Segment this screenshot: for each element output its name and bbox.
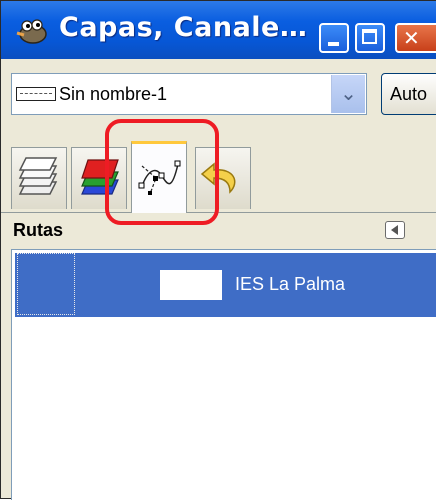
maximize-button[interactable] — [355, 23, 385, 53]
image-selector-row: Sin nombre-1 ⌄ Auto — [1, 59, 436, 131]
title-bar[interactable]: Capas, Canale… ✕ — [1, 1, 436, 59]
layers-icon — [18, 157, 58, 195]
dock-header: Rutas — [1, 213, 436, 249]
annotation-highlight — [105, 119, 219, 225]
minimize-icon — [328, 42, 339, 46]
close-icon: ✕ — [403, 26, 420, 50]
dock-menu-button[interactable] — [385, 221, 405, 239]
dock-title: Rutas — [13, 220, 64, 240]
close-button[interactable]: ✕ — [395, 23, 436, 53]
image-thumbnail — [16, 87, 56, 101]
path-preview — [160, 270, 222, 300]
image-selector-value: Sin nombre-1 — [59, 84, 168, 104]
image-selector-combo[interactable]: Sin nombre-1 ⌄ — [11, 73, 367, 115]
chevron-down-icon[interactable]: ⌄ — [331, 75, 365, 113]
auto-button[interactable]: Auto — [381, 73, 436, 115]
maximize-icon — [362, 29, 377, 44]
tab-layers[interactable] — [11, 147, 67, 209]
path-visibility-cell[interactable] — [17, 253, 75, 315]
window-title: Capas, Canale… — [59, 12, 308, 43]
gimp-wilber-icon — [16, 19, 47, 44]
path-row[interactable]: IES La Palma — [15, 253, 436, 317]
dock-window: Capas, Canale… ✕ Sin nombre-1 ⌄ Auto Rut… — [0, 0, 436, 500]
path-name[interactable]: IES La Palma — [235, 274, 345, 295]
minimize-button[interactable] — [319, 23, 349, 53]
